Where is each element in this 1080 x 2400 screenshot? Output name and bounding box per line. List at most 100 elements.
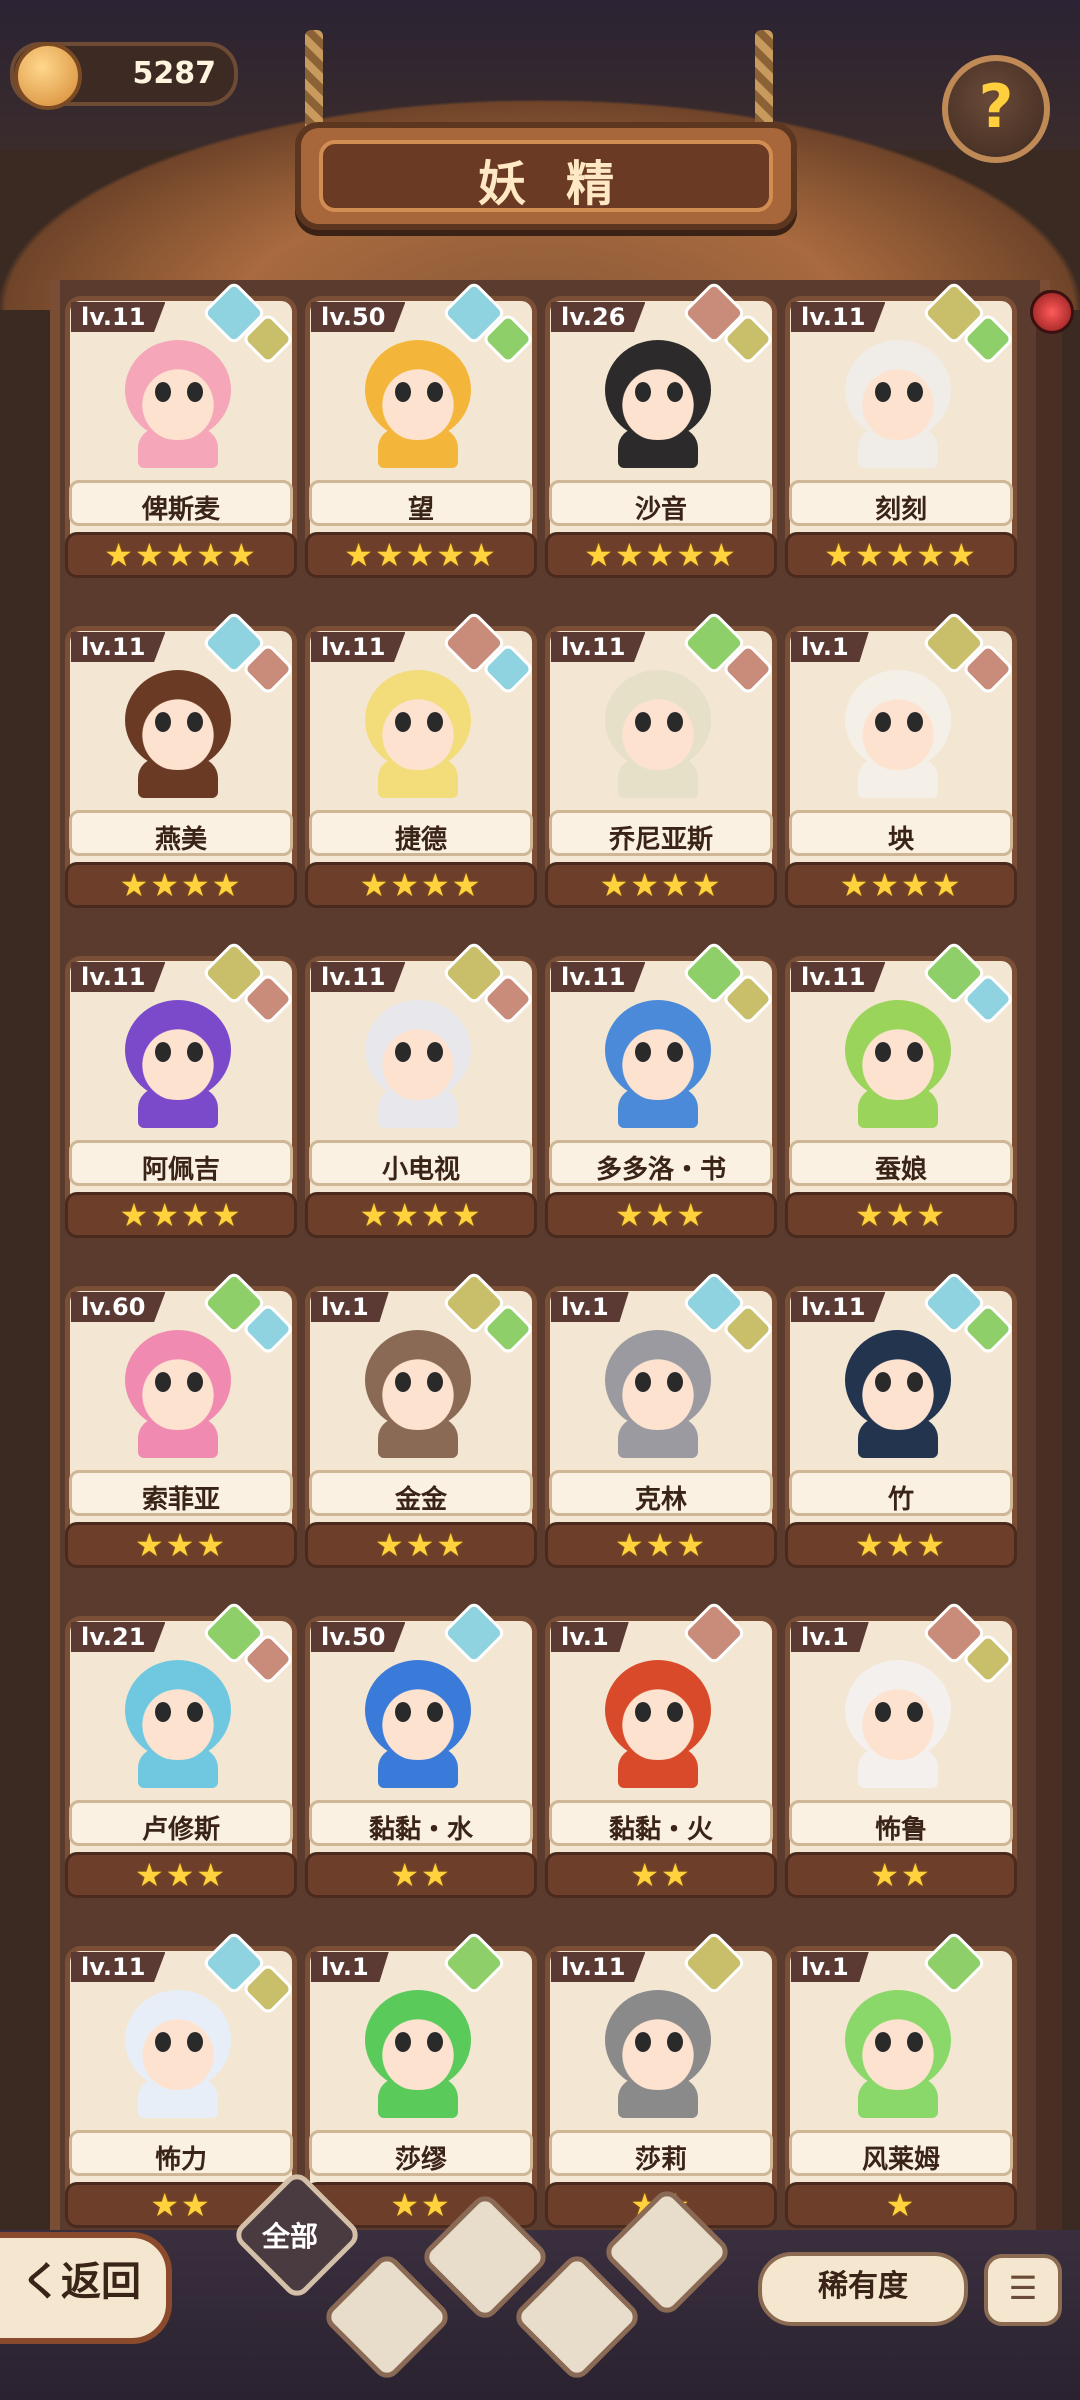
fairy-portrait	[343, 990, 493, 1128]
star-rating: ★★★★	[545, 862, 777, 908]
fairy-name: 多多洛・书	[595, 1155, 726, 1185]
portrait-eye	[187, 712, 203, 732]
portrait-eye	[635, 1042, 651, 1062]
portrait-eye	[187, 1042, 203, 1062]
level-badge: lv.50	[311, 1622, 406, 1652]
fairy-portrait	[343, 660, 493, 798]
fairy-portrait	[583, 660, 733, 798]
portrait-eye	[395, 1372, 411, 1392]
portrait-head	[365, 1660, 471, 1760]
portrait-eye	[187, 1702, 203, 1722]
name-ribbon: 索菲亚	[69, 1470, 293, 1516]
sort-order-button[interactable]: ☰	[984, 2254, 1062, 2326]
level-badge: lv.11	[551, 962, 646, 992]
level-badge: lv.11	[71, 962, 166, 992]
fairy-card[interactable]: lv.1 坱 ★★★★	[785, 610, 1017, 924]
fairy-card[interactable]: lv.1 风莱姆 ★	[785, 1930, 1017, 2244]
fairy-portrait	[583, 330, 733, 468]
portrait-eye	[187, 382, 203, 402]
name-ribbon: 蚕娘	[789, 1140, 1013, 1186]
level-badge: lv.50	[311, 302, 406, 332]
portrait-eye	[667, 1372, 683, 1392]
fairy-name: 卢修斯	[141, 1815, 220, 1845]
portrait-eye	[907, 1702, 923, 1722]
fairy-card[interactable]: lv.1 怖鲁 ★★	[785, 1600, 1017, 1914]
fairy-card[interactable]: lv.11 多多洛・书 ★★★	[545, 940, 777, 1254]
currency-display[interactable]: 5287	[10, 42, 238, 110]
fairy-name: 黏黏・水	[368, 1815, 473, 1845]
fairy-name: 克林	[634, 1485, 687, 1515]
portrait-eye	[427, 2032, 443, 2052]
portrait-eye	[667, 1042, 683, 1062]
fairy-card[interactable]: lv.1 金金 ★★★	[305, 1270, 537, 1584]
fairy-portrait	[583, 1650, 733, 1788]
fairy-card[interactable]: lv.11 竹 ★★★	[785, 1270, 1017, 1584]
portrait-head	[605, 670, 711, 770]
scrollbar[interactable]	[1030, 290, 1074, 2240]
fairy-card[interactable]: lv.1 克林 ★★★	[545, 1270, 777, 1584]
portrait-eye	[427, 712, 443, 732]
star-rating: ★★★★★	[305, 532, 537, 578]
scroll-thumb[interactable]	[1030, 290, 1074, 334]
fairy-card[interactable]: lv.50 黏黏・水 ★★	[305, 1600, 537, 1914]
fairy-name: 莎莉	[634, 2145, 687, 2175]
fairy-card[interactable]: lv.60 索菲亚 ★★★	[65, 1270, 297, 1584]
title-board: 妖精	[295, 122, 797, 230]
rarity-sort-button[interactable]: 稀有度	[758, 2252, 968, 2326]
portrait-eye	[155, 1702, 171, 1722]
name-ribbon: 望	[309, 480, 533, 526]
portrait-eye	[187, 1372, 203, 1392]
fairy-card[interactable]: lv.50 望 ★★★★★	[305, 280, 537, 594]
fairy-card[interactable]: lv.11 蚕娘 ★★★	[785, 940, 1017, 1254]
star-rating: ★★★	[545, 1192, 777, 1238]
star-rating: ★★★★	[785, 862, 1017, 908]
fairy-card[interactable]: lv.11 燕美 ★★★★	[65, 610, 297, 924]
fairy-name: 乔尼亚斯	[608, 825, 713, 855]
portrait-eye	[395, 712, 411, 732]
fairy-portrait	[343, 1320, 493, 1458]
sort-list-icon: ☰	[1008, 2269, 1038, 2307]
portrait-eye	[907, 1042, 923, 1062]
fairy-card[interactable]: lv.11 乔尼亚斯 ★★★★	[545, 610, 777, 924]
level-badge: lv.11	[71, 1952, 166, 1982]
fairy-card[interactable]: lv.11 怖力 ★★	[65, 1930, 297, 2244]
fairy-card[interactable]: lv.1 莎缪 ★★	[305, 1930, 537, 2244]
fairy-card[interactable]: lv.11 捷德 ★★★★	[305, 610, 537, 924]
portrait-head	[845, 1330, 951, 1430]
star-rating: ★★★★	[305, 862, 537, 908]
fairy-card[interactable]: lv.1 黏黏・火 ★★	[545, 1600, 777, 1914]
portrait-head	[125, 1000, 231, 1100]
currency-value: 5287	[132, 56, 217, 91]
level-badge: lv.1	[311, 1292, 389, 1322]
name-ribbon: 黏黏・火	[549, 1800, 773, 1846]
portrait-eye	[155, 1042, 171, 1062]
fairy-card[interactable]: lv.11 刻刻 ★★★★★	[785, 280, 1017, 594]
page-title: 妖精	[477, 156, 654, 212]
level-badge: lv.11	[551, 1952, 646, 1982]
star-rating: ★★★	[785, 1192, 1017, 1238]
portrait-eye	[667, 2032, 683, 2052]
fairy-portrait	[103, 330, 253, 468]
back-button[interactable]: く返回	[0, 2232, 172, 2344]
fairy-name: 沙音	[634, 495, 687, 525]
fairy-name: 金金	[394, 1485, 447, 1515]
fairy-card[interactable]: lv.11 小电视 ★★★★	[305, 940, 537, 1254]
name-ribbon: 金金	[309, 1470, 533, 1516]
level-badge: lv.26	[551, 302, 646, 332]
portrait-head	[845, 1660, 951, 1760]
fairy-card[interactable]: lv.26 沙音 ★★★★★	[545, 280, 777, 594]
fairy-name: 小电视	[381, 1155, 460, 1185]
fairy-card[interactable]: lv.11 俾斯麦 ★★★★★	[65, 280, 297, 594]
fairy-portrait	[103, 990, 253, 1128]
fairy-portrait	[583, 1980, 733, 2118]
portrait-eye	[427, 1702, 443, 1722]
star-rating: ★★	[785, 1852, 1017, 1898]
portrait-eye	[907, 382, 923, 402]
fairy-name: 怖鲁	[874, 1815, 927, 1845]
fairy-card[interactable]: lv.21 卢修斯 ★★★	[65, 1600, 297, 1914]
portrait-head	[845, 340, 951, 440]
portrait-head	[125, 1990, 231, 2090]
name-ribbon: 捷德	[309, 810, 533, 856]
portrait-head	[125, 1660, 231, 1760]
fairy-card[interactable]: lv.11 阿佩吉 ★★★★	[65, 940, 297, 1254]
